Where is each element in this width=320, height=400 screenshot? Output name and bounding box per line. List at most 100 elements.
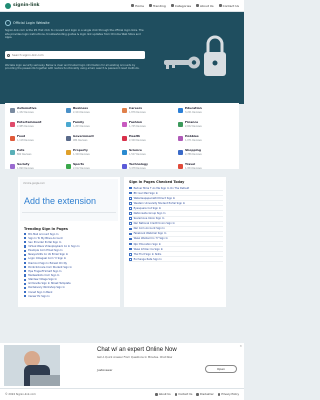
category-icon <box>178 107 183 113</box>
category-count: 1,954 Reviews <box>185 166 202 170</box>
category-icon <box>122 107 127 113</box>
category-item[interactable]: Automotive 1,432 Reviews <box>10 106 66 118</box>
site-logo[interactable]: signin-link <box>5 2 40 9</box>
nav-trending[interactable]: Trending <box>148 4 166 8</box>
category-item[interactable]: Shopping 2,786 Reviews <box>178 148 234 160</box>
category-count: 3,221 Reviews <box>185 110 202 114</box>
category-count: 1,527 Reviews <box>129 152 146 156</box>
category-icon <box>66 135 71 141</box>
logo-icon <box>5 2 11 9</box>
category-item[interactable]: Sports 2,012 Reviews <box>66 162 122 174</box>
category-item[interactable]: Pets 862 Reviews <box>10 148 66 160</box>
category-count: 862 Reviews <box>17 152 32 156</box>
category-text: Property 1,349 Reviews <box>73 148 90 155</box>
checked-link: Nationwide Group Sign In <box>133 212 166 216</box>
category-count: 1,203 Reviews <box>73 124 90 128</box>
link-icon <box>24 266 27 269</box>
trending-link: Sign In To My Bbva Account <box>28 236 63 240</box>
trending-link: Medwelkohs Com Sign In <box>28 273 60 277</box>
category-item[interactable]: Government 984 Reviews <box>66 134 122 146</box>
nav-contact[interactable]: Contact Us <box>218 4 239 8</box>
trending-link: Sen Provider Portal Sign In <box>28 240 62 244</box>
category-item[interactable]: Family 1,203 Reviews <box>66 120 122 132</box>
category-icon <box>122 135 127 141</box>
trending-link: Bm Mail Account Sign In <box>28 232 59 236</box>
category-item[interactable]: Society 1,690 Reviews <box>10 162 66 174</box>
category-text: Travel 1,954 Reviews <box>185 162 202 170</box>
trending-link: Login Omegaal Com Yr Sign In <box>28 257 67 261</box>
footer-about[interactable]: About Us <box>155 393 171 396</box>
category-item[interactable]: Travel 1,954 Reviews <box>178 162 234 174</box>
category-item[interactable]: Technology 3,478 Reviews <box>122 162 178 174</box>
trending-list: Bm Mail Account Sign In Sign In To My Bbv… <box>24 232 116 298</box>
top-navbar: signin-link Home Trending Categories Abo… <box>0 0 244 12</box>
footer-disclaimer[interactable]: Disclaimer <box>196 393 214 396</box>
category-count: 1,690 Reviews <box>17 166 34 170</box>
category-item[interactable]: Careers 1,876 Reviews <box>122 106 178 118</box>
link-icon <box>24 286 27 289</box>
category-text: Sports 2,012 Reviews <box>73 162 90 169</box>
link-icon <box>24 295 27 298</box>
nav-about[interactable]: About Us <box>196 4 214 8</box>
category-item[interactable]: Finance 2,652 Reviews <box>178 120 234 132</box>
checked-link: Ttel Fruit Sign In Skills <box>133 252 162 256</box>
checkbox-icon <box>129 212 132 215</box>
checkbox-icon <box>129 186 132 190</box>
chat-ad-brand: JustAnswer <box>97 368 113 372</box>
disclaimer-icon <box>196 393 199 396</box>
category-item[interactable]: Fashion 1,745 Reviews <box>122 120 178 132</box>
nav-home[interactable]: Home <box>131 4 144 8</box>
category-text: Careers 1,876 Reviews <box>129 106 146 113</box>
chat-ad-subtitle: Get A Quick Answer From Questions In Min… <box>97 356 173 359</box>
link-icon <box>24 261 27 265</box>
category-icon <box>178 135 183 141</box>
nav-categories[interactable]: Categories <box>170 4 191 8</box>
link-icon <box>24 232 27 236</box>
search-box[interactable] <box>5 51 145 59</box>
footer-contact[interactable]: Contact Us <box>174 393 192 396</box>
checked-link: Www Infotec Ca Sign In <box>133 247 164 251</box>
badge-icon <box>5 20 11 26</box>
category-text: Automotive 1,432 Reviews <box>17 106 37 113</box>
category-item[interactable]: Entertainment 2,985 Reviews <box>10 120 66 132</box>
chat-open-button[interactable]: Open <box>205 365 237 373</box>
category-item[interactable]: Science 1,527 Reviews <box>122 148 178 160</box>
extension-ad[interactable]: chrome.google.com Add the extension <box>20 179 118 221</box>
trending-link: Pointclickcare Com Student Sign In <box>28 265 72 269</box>
trending-icon <box>148 4 152 7</box>
privacy-icon <box>217 393 221 396</box>
category-icon <box>122 121 127 127</box>
category-item[interactable]: Hobbies 1,071 Reviews <box>178 134 234 146</box>
category-text: Family 1,203 Reviews <box>73 120 90 128</box>
link-icon <box>24 290 27 294</box>
category-item[interactable]: Food 1,118 Reviews <box>10 134 66 146</box>
bottom-ad-banner[interactable]: Chat w/ an expert Online Now Get A Quick… <box>0 343 244 388</box>
trending-item[interactable]: Career Ex Sign In <box>24 294 116 298</box>
checked-item[interactable]: Exchange Rate Sign In <box>129 257 223 263</box>
checked-link: Exchange Rate Sign In <box>133 257 162 261</box>
search-input[interactable] <box>12 53 132 57</box>
checked-link: Www Wanted Co 77 Sign In <box>133 237 168 241</box>
link-icon <box>24 270 27 273</box>
checkbox-icon <box>129 237 132 241</box>
category-icon <box>66 163 71 169</box>
category-item[interactable]: Health 2,340 Reviews <box>122 134 178 146</box>
category-name: Government <box>73 134 94 138</box>
ad-photo <box>4 345 60 386</box>
category-item[interactable]: Education 3,221 Reviews <box>178 106 234 118</box>
close-icon[interactable]: ✕ <box>239 344 242 348</box>
checkbox-icon <box>129 252 132 256</box>
category-item[interactable]: Property 1,349 Reviews <box>66 148 122 160</box>
checkbox-icon <box>129 232 132 236</box>
trending-link: Grimsville Sign In Street Template <box>28 282 71 286</box>
chat-ad-title: Chat w/ an expert Online Now <box>97 347 177 353</box>
link-icon <box>24 237 27 240</box>
category-icon <box>122 149 127 155</box>
checked-link: Pedner Mma T Ao Me Sign In On The Defaul… <box>133 186 190 190</box>
category-icon <box>10 135 15 141</box>
footer-privacy[interactable]: Privacy Policy <box>217 393 239 396</box>
categories-icon <box>170 4 174 7</box>
category-icon <box>10 121 15 127</box>
category-item[interactable]: Business 2,104 Reviews <box>66 106 122 118</box>
trending-link: Virtual Wave Videoplayback Co In Sign In <box>28 244 80 248</box>
